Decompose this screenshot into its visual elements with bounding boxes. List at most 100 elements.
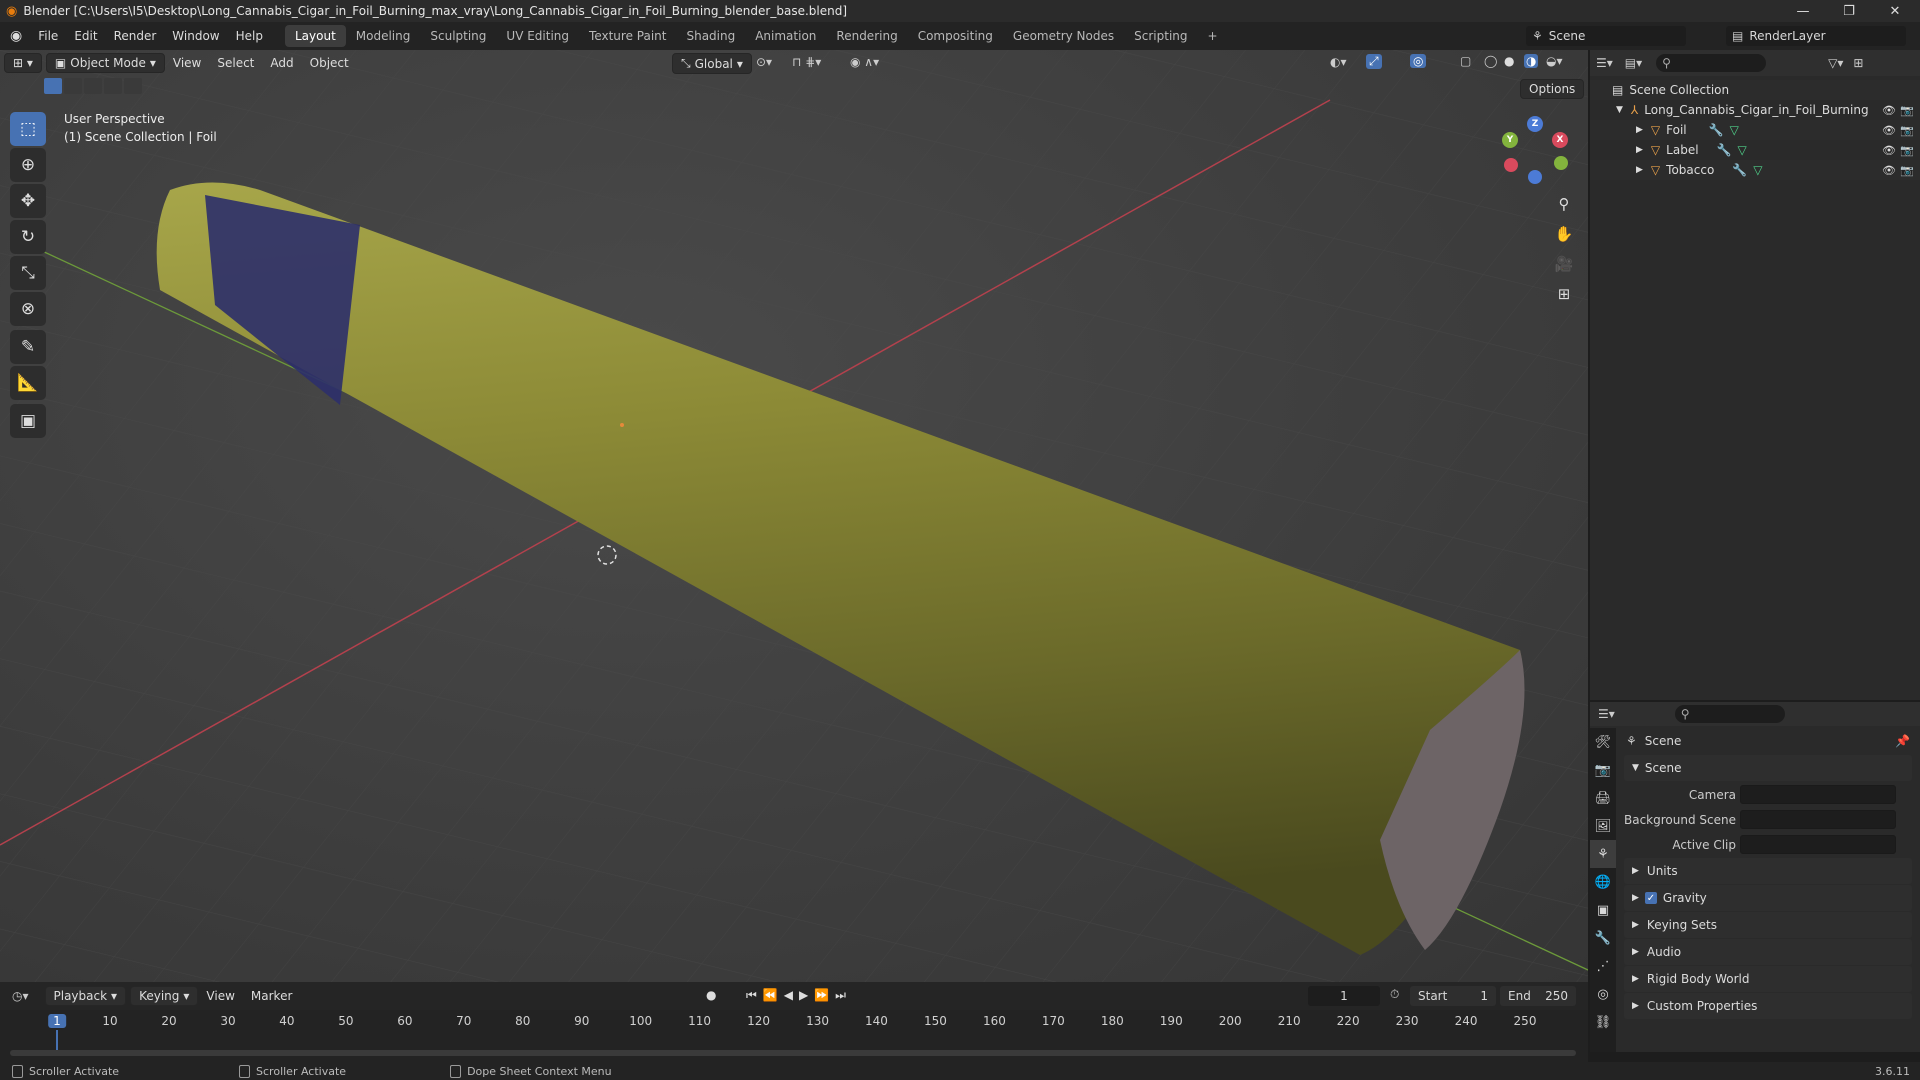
camera-field[interactable] (1740, 785, 1896, 804)
select-subtract-icon[interactable] (84, 78, 102, 94)
timeline-editor-icon[interactable]: ◷▾ (0, 989, 41, 1003)
viewport-menu-object[interactable]: Object (302, 56, 357, 70)
playback-dropdown[interactable]: Playback ▾ (44, 986, 127, 1006)
3d-viewport[interactable]: ⊞ ▾ ▣ Object Mode ▾ View Select Add Obje… (0, 50, 1588, 982)
timeline-menu-view[interactable]: View (198, 989, 242, 1003)
select-extend-icon[interactable] (64, 78, 82, 94)
render-camera-icon[interactable]: 📷 (1900, 164, 1914, 177)
tab-modeling[interactable]: Modeling (346, 25, 421, 47)
world-tab-icon[interactable]: 🌐 (1590, 868, 1616, 896)
gizmo-neg-x-icon[interactable] (1504, 158, 1518, 172)
render-camera-icon[interactable]: 📷 (1900, 104, 1914, 117)
physics-tab-icon[interactable]: ◎ (1590, 980, 1616, 1008)
viewport-menu-add[interactable]: Add (262, 56, 301, 70)
timeline-scrollbar[interactable] (10, 1050, 1576, 1056)
camera-view-icon[interactable]: 🎥 (1550, 250, 1578, 278)
editor-type-button[interactable]: ⊞ ▾ (4, 53, 42, 73)
zoom-icon[interactable]: ⚲ (1550, 190, 1578, 218)
filter-icon[interactable]: ▽▾ (1828, 56, 1843, 70)
tab-uv-editing[interactable]: UV Editing (496, 25, 579, 47)
measure-tool-icon[interactable]: 📐 (10, 366, 46, 400)
gravity-checkbox[interactable]: ✓ (1644, 892, 1657, 904)
pivot-icon[interactable]: ⊙▾ (756, 55, 772, 69)
viewport-menu-view[interactable]: View (165, 56, 209, 70)
tool-tab-icon[interactable]: 🛠 (1590, 728, 1616, 756)
properties-editor-icon[interactable]: ☰▾ (1598, 707, 1615, 721)
active-clip-field[interactable] (1740, 835, 1896, 854)
perspective-grid-icon[interactable]: ⊞ (1550, 280, 1578, 308)
overlay-toggle-icon[interactable]: ◎ (1410, 54, 1427, 68)
tab-rendering[interactable]: Rendering (826, 25, 907, 47)
visibility-eye-icon[interactable]: 👁 (1882, 164, 1896, 177)
pin-icon[interactable]: 📌 (1895, 734, 1910, 748)
outliner-item-tobacco[interactable]: ▶ ▽ Tobacco 🔧 ▽ 👁 📷 (1590, 160, 1920, 180)
keying-dropdown[interactable]: Keying ▾ (130, 986, 199, 1006)
render-camera-icon[interactable]: 📷 (1900, 144, 1914, 157)
output-tab-icon[interactable]: 🖨 (1590, 784, 1616, 812)
tab-shading[interactable]: Shading (676, 25, 745, 47)
end-frame-field[interactable]: End 250 (1500, 986, 1576, 1006)
blender-menu-icon[interactable]: ◉ (0, 28, 30, 44)
gizmo-neg-z-icon[interactable] (1528, 170, 1542, 184)
gizmo-x-axis-icon[interactable]: X (1552, 132, 1568, 148)
menu-help[interactable]: Help (228, 29, 271, 43)
cursor-tool-icon[interactable]: ⊕ (10, 148, 46, 182)
menu-window[interactable]: Window (164, 29, 227, 43)
material-shading-icon[interactable]: ◑ (1524, 54, 1539, 68)
viewport-menu-select[interactable]: Select (209, 56, 262, 70)
menu-edit[interactable]: Edit (66, 29, 105, 43)
visibility-eye-icon[interactable]: 👁 (1882, 104, 1896, 117)
scene-tab-icon[interactable]: ⚘ (1590, 840, 1616, 868)
solid-shading-icon[interactable]: ● (1504, 54, 1514, 68)
expand-right-icon[interactable]: ▶ (1636, 125, 1643, 135)
orientation-dropdown[interactable]: ⤡ Global ▾ (672, 53, 752, 74)
background-scene-field[interactable] (1740, 810, 1896, 829)
tab-sculpting[interactable]: Sculpting (420, 25, 496, 47)
pan-hand-icon[interactable]: ✋ (1550, 220, 1578, 248)
playback-controls-icon[interactable]: ⏮⏪◀▶⏩⏭ (746, 988, 852, 1003)
render-camera-icon[interactable]: 📷 (1900, 124, 1914, 137)
view-layer-tab-icon[interactable]: 🖼 (1590, 812, 1616, 840)
scene-section-header[interactable]: ▼ Scene (1624, 755, 1912, 781)
properties-search-input[interactable]: ⚲ (1674, 705, 1785, 723)
close-button[interactable]: ✕ (1872, 0, 1918, 22)
gravity-panel[interactable]: ▶ ✓ Gravity (1624, 885, 1912, 911)
menu-render[interactable]: Render (106, 29, 165, 43)
tab-compositing[interactable]: Compositing (908, 25, 1003, 47)
options-button[interactable]: Options (1520, 79, 1585, 99)
gizmo-y-axis-icon[interactable]: Y (1502, 132, 1518, 148)
scale-tool-icon[interactable]: ⤡ (10, 256, 46, 290)
navigation-gizmo[interactable]: Z X Y (1500, 114, 1570, 184)
outliner-item-foil[interactable]: ▶ ▽ Foil 🔧 ▽ 👁 📷 (1590, 120, 1920, 140)
xray-icon[interactable]: ▢ (1460, 54, 1471, 68)
tab-geometry-nodes[interactable]: Geometry Nodes (1003, 25, 1124, 47)
outliner-item-collection[interactable]: ▼ ⅄ Long_Cannabis_Cigar_in_Foil_Burning … (1590, 100, 1920, 120)
record-icon[interactable]: ● (706, 988, 716, 1002)
units-panel[interactable]: ▶ Units (1624, 858, 1912, 884)
constraints-tab-icon[interactable]: ⛓ (1590, 1008, 1616, 1036)
scene-selector[interactable]: ⚘ Scene (1526, 26, 1686, 46)
expand-down-icon[interactable]: ▼ (1616, 105, 1623, 115)
outliner-item-label[interactable]: ▶ ▽ Label 🔧 ▽ 👁 📷 (1590, 140, 1920, 160)
rendered-shading-icon[interactable]: ◒▾ (1546, 54, 1563, 68)
minimize-button[interactable]: — (1780, 0, 1826, 22)
display-mode-icon[interactable]: ▤▾ (1625, 56, 1642, 70)
add-cube-tool-icon[interactable]: ▣ (10, 404, 46, 438)
proportional-icon[interactable]: ◉ ∧▾ (850, 55, 879, 69)
frame-ruler[interactable]: 1 10 20 30 40 50 60 70 80 90 100 110 120 130 140 150 160… (0, 1010, 1588, 1056)
move-tool-icon[interactable]: ✥ (10, 184, 46, 218)
rigid-body-world-panel[interactable]: ▶ Rigid Body World (1624, 966, 1912, 992)
visibility-eye-icon[interactable]: 👁 (1882, 144, 1896, 157)
render-tab-icon[interactable]: 📷 (1590, 756, 1616, 784)
timeline-menu-marker[interactable]: Marker (243, 989, 300, 1003)
new-collection-icon[interactable]: ⊞ (1853, 56, 1863, 70)
gizmo-toggle-icon[interactable]: ⤢ (1366, 54, 1382, 69)
keying-sets-panel[interactable]: ▶ Keying Sets (1624, 912, 1912, 938)
rotate-tool-icon[interactable]: ↻ (10, 220, 46, 254)
maximize-button[interactable]: ❐ (1826, 0, 1872, 22)
renderlayer-selector[interactable]: ▤ RenderLayer (1726, 26, 1906, 46)
snap-icon[interactable]: ⊓ ⋕▾ (792, 55, 821, 69)
scene-collection-row[interactable]: ▤ Scene Collection (1590, 80, 1920, 100)
particles-tab-icon[interactable]: ⋰ (1590, 952, 1616, 980)
tab-layout[interactable]: Layout (284, 25, 346, 47)
